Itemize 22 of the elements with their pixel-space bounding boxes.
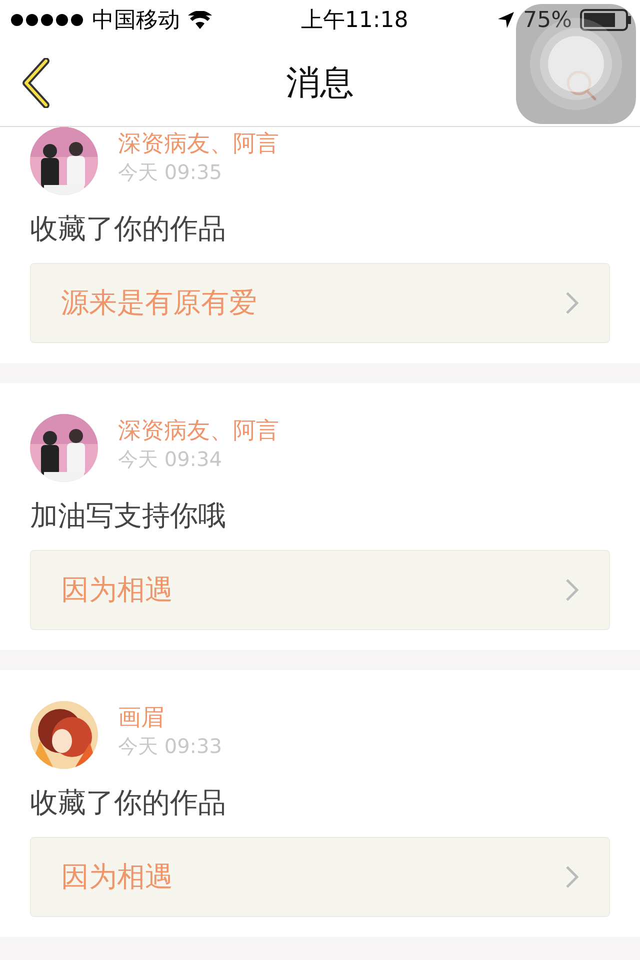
assistive-touch-button[interactable] bbox=[516, 4, 636, 124]
wifi-icon bbox=[188, 11, 212, 29]
message-text: 加油写支持你哦 bbox=[30, 498, 227, 534]
sender-names[interactable]: 深资病友、阿言 bbox=[118, 416, 279, 446]
clock-time: 上午11:18 bbox=[300, 7, 408, 35]
carrier-name: 中国移动 bbox=[92, 7, 180, 35]
sender-names[interactable]: 画眉 bbox=[118, 703, 222, 733]
signal-icon bbox=[10, 13, 84, 27]
location-icon bbox=[497, 11, 516, 29]
chevron-icon bbox=[565, 578, 579, 602]
chevron-icon bbox=[565, 291, 579, 315]
page-title: 消息 bbox=[286, 62, 354, 105]
message-text: 收藏了你的作品 bbox=[30, 211, 227, 247]
work-link[interactable]: 因为相遇 bbox=[30, 837, 610, 917]
chevron-icon bbox=[565, 865, 579, 889]
sender-names[interactable]: 深资病友、阿言 bbox=[118, 129, 279, 159]
battery-icon bbox=[580, 9, 632, 31]
battery-percent: 75% bbox=[523, 8, 572, 32]
work-link[interactable]: 源来是有原有爱 bbox=[30, 263, 610, 343]
back-icon[interactable] bbox=[22, 58, 50, 108]
message-text: 收藏了你的作品 bbox=[30, 785, 227, 821]
work-link[interactable]: 因为相遇 bbox=[30, 550, 610, 630]
